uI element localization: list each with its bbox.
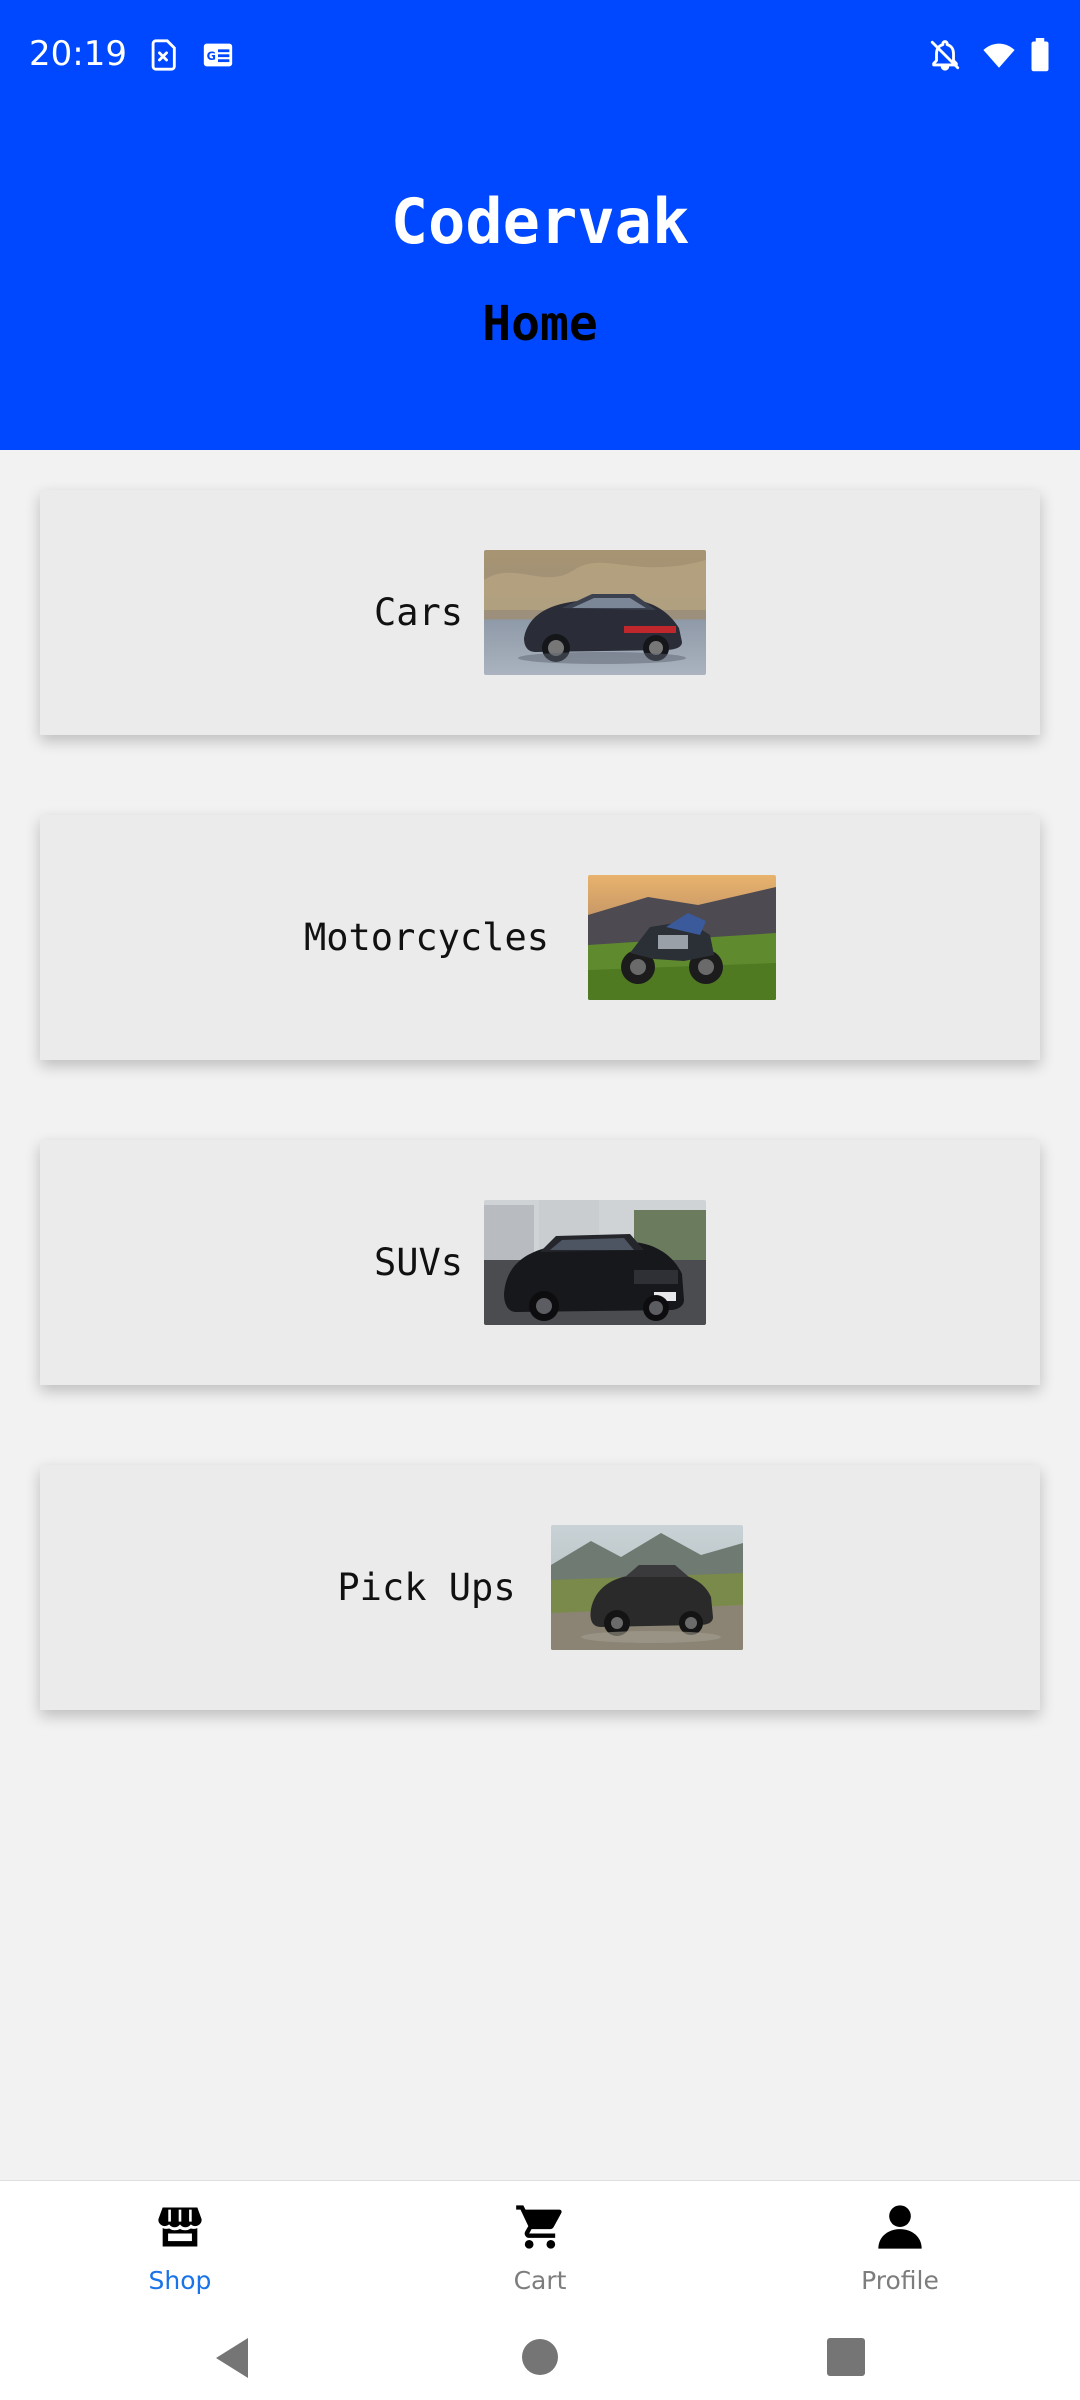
bottom-navigation: Shop Cart Profile xyxy=(0,2180,1080,2321)
category-label: SUVs xyxy=(373,1241,464,1284)
nav-item-cart[interactable]: Cart xyxy=(360,2181,720,2321)
system-navigation-bar xyxy=(0,2320,1080,2400)
app-header: 20:19 G Codervak Home xyxy=(0,0,1080,450)
battery-icon xyxy=(1031,38,1049,72)
news-card-icon: G xyxy=(203,43,233,67)
app-title: Codervak xyxy=(390,185,690,258)
category-card-motorcycles[interactable]: Motorcycles xyxy=(40,815,1040,1060)
nav-label-shop: Shop xyxy=(148,2266,212,2295)
nav-item-profile[interactable]: Profile xyxy=(720,2181,1080,2321)
storefront-icon xyxy=(158,2207,202,2247)
sim-card-alert-icon xyxy=(151,39,176,71)
car-photo xyxy=(484,550,707,675)
nav-item-shop[interactable]: Shop xyxy=(0,2181,360,2321)
category-card-cars[interactable]: Cars xyxy=(40,490,1040,735)
notifications-off-icon xyxy=(930,40,960,71)
recents-icon[interactable] xyxy=(827,2338,865,2376)
status-time: 20:19 xyxy=(29,34,127,74)
svg-text:G: G xyxy=(207,49,216,63)
status-bar: 20:19 G xyxy=(0,0,1080,116)
suv-photo xyxy=(484,1200,707,1325)
category-card-suvs[interactable]: SUVs xyxy=(40,1140,1040,1385)
category-label: Cars xyxy=(373,591,464,634)
home-icon[interactable] xyxy=(521,2338,559,2376)
cart-icon xyxy=(516,2205,562,2249)
nav-label-cart: Cart xyxy=(513,2266,567,2295)
nav-label-profile: Profile xyxy=(861,2266,939,2295)
wifi-icon xyxy=(983,43,1015,68)
category-label: Motorcycles xyxy=(303,916,550,959)
person-icon xyxy=(878,2205,922,2249)
motorcycle-photo xyxy=(588,875,777,1000)
back-icon[interactable] xyxy=(212,2336,252,2380)
category-label: Pick Ups xyxy=(337,1566,516,1609)
page-title: Home xyxy=(482,296,598,352)
pickup-photo xyxy=(550,1525,743,1650)
category-card-pick-ups[interactable]: Pick Ups xyxy=(40,1465,1040,1710)
